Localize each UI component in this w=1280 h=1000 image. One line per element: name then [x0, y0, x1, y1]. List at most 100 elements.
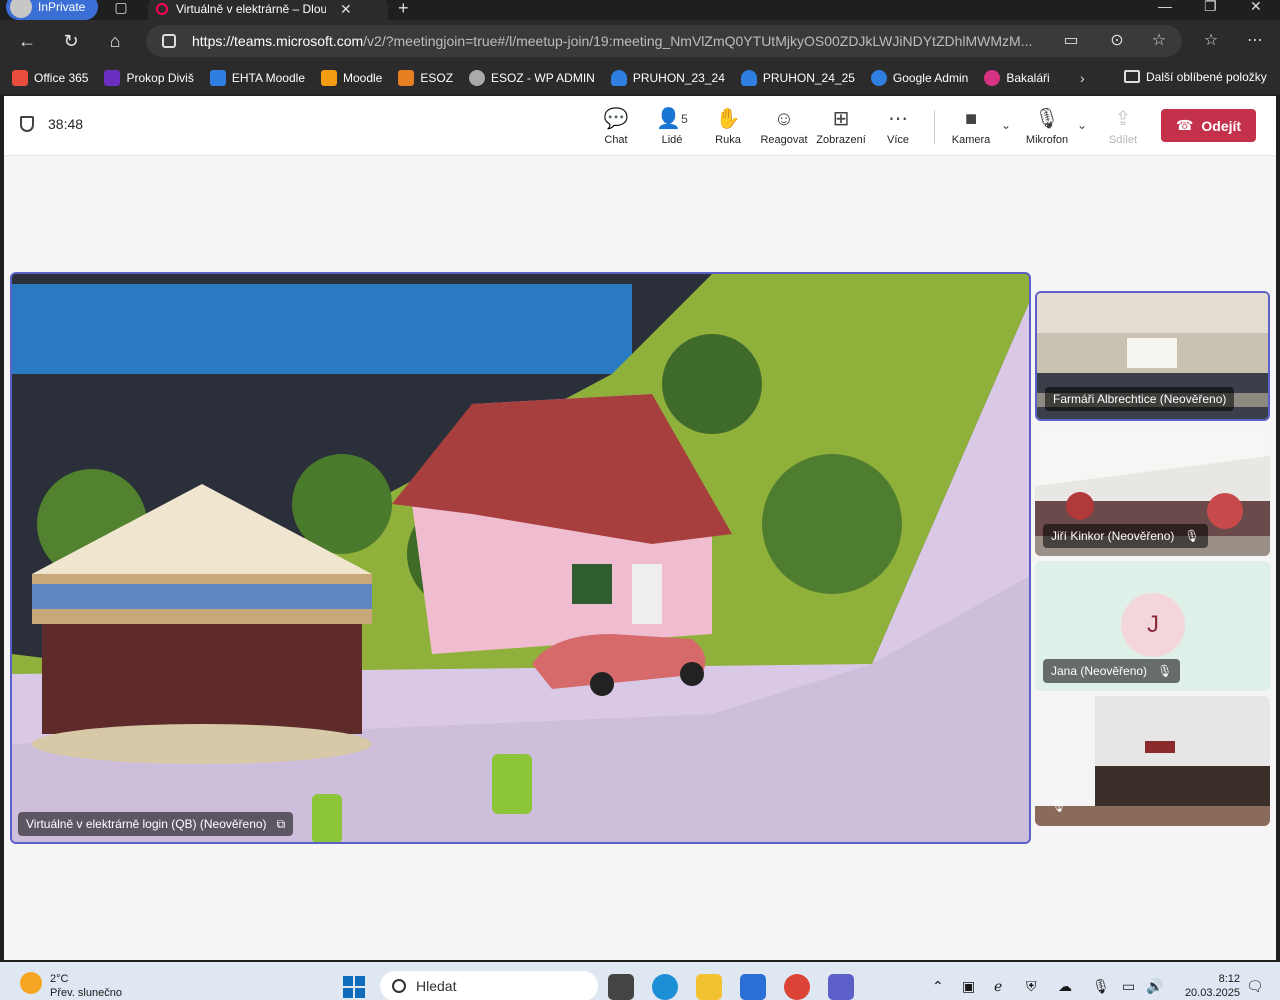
mic-off-icon: 🎙 — [1051, 799, 1067, 813]
workspaces-icon[interactable]: ▢ — [112, 0, 130, 14]
teams-icon[interactable] — [828, 974, 854, 1000]
more-bookmarks-chevron-icon[interactable]: › — [1080, 70, 1085, 86]
search-icon — [392, 979, 406, 993]
notifications-icon[interactable]: 🗨 — [1246, 978, 1264, 995]
taskbar-search[interactable]: Hledat — [380, 971, 598, 1000]
participant-tile[interactable]: J Jana (Neověřeno) 🎙 — [1035, 561, 1270, 691]
chrome-icon[interactable] — [784, 974, 810, 1000]
raise-hand-button[interactable]: ✋ Ruka — [698, 106, 758, 152]
tray-overflow-chevron-icon[interactable]: ⌃ — [932, 978, 944, 995]
hand-icon: ✋ — [715, 108, 741, 130]
people-icon: 👤5 — [656, 108, 688, 130]
office-icon — [12, 70, 28, 86]
back-icon[interactable]: ← — [16, 30, 38, 52]
participant-tile[interactable]: Farmáři Albrechtice (Neověřeno) — [1035, 291, 1270, 421]
url-text[interactable]: https://teams.microsoft.com/v2/?meetingj… — [192, 33, 1042, 49]
bookmark-pruhon-23-24[interactable]: PRUHON_23_24 — [610, 70, 725, 86]
bookmarks-bar: Office 365 Prokop Diviš EHTA Moodle Mood… — [0, 62, 1280, 94]
window-close-icon[interactable]: ✕ — [1250, 0, 1262, 15]
react-button[interactable]: ☺ Reagovat — [754, 106, 814, 152]
volume-icon[interactable]: 🔊 — [1146, 978, 1163, 995]
bookmark-google-admin[interactable]: Google Admin — [870, 70, 968, 86]
onedrive-icon — [740, 70, 757, 86]
bookmark-esoz-wp-admin[interactable]: ESOZ - WP ADMIN — [469, 70, 595, 86]
bookmark-prokop-divis[interactable]: Prokop Diviš — [104, 70, 194, 86]
start-button[interactable] — [343, 976, 365, 998]
profile-avatar — [10, 0, 32, 18]
network-icon[interactable]: ▭ — [1122, 978, 1135, 995]
main-participant-name-tag: Virtuálně v elektrárně login (QB) (Neově… — [18, 812, 294, 836]
clock[interactable]: 8:12 20.03.2025 — [1170, 972, 1240, 1000]
windows-logo-icon — [355, 988, 365, 998]
esoz-icon — [398, 70, 415, 86]
view-button[interactable]: ⊞ Zobrazení — [811, 106, 871, 152]
favorites-icon[interactable]: ☆ — [1202, 32, 1220, 50]
share-button[interactable]: ⇪ Sdílet — [1093, 106, 1153, 152]
more-tools-icon[interactable]: ⊙ — [1108, 32, 1126, 50]
settings-menu-icon[interactable]: ⋯ — [1246, 32, 1264, 50]
video-camera-icon: ■ — [964, 108, 978, 130]
camera-permission-icon[interactable]: ▭ — [1062, 32, 1080, 50]
shield-icon — [20, 116, 34, 132]
bookmark-pruhon-24-25[interactable]: PRUHON_24_25 — [740, 70, 855, 86]
bookmark-bakalari[interactable]: Bakaláři — [984, 70, 1050, 86]
bookmark-ehta-moodle[interactable]: EHTA Moodle — [209, 70, 305, 86]
toolbar-divider — [934, 110, 935, 144]
timer-text: 38:48 — [48, 116, 84, 132]
leave-button[interactable]: ☎ Odejít — [1161, 109, 1256, 142]
task-view-icon[interactable] — [608, 974, 634, 1000]
bookmark-esoz[interactable]: ESOZ — [398, 70, 453, 86]
video-frame — [12, 274, 1029, 842]
minimize-icon[interactable]: — — [1158, 0, 1172, 14]
home-icon[interactable]: ⌂ — [104, 30, 126, 52]
teams-tray-icon[interactable]: ▣ — [962, 978, 975, 995]
new-tab-icon[interactable]: + — [398, 0, 409, 19]
tab-close-icon[interactable]: ✕ — [340, 1, 352, 18]
camera-button[interactable]: ■ Kamera — [941, 106, 1001, 152]
onedrive-tray-icon[interactable]: ☁ — [1058, 978, 1072, 995]
participant-tile[interactable]: 🎙 — [1035, 696, 1270, 826]
microphone-tray-icon[interactable]: 🎙 — [1092, 978, 1110, 995]
store-icon[interactable] — [740, 974, 766, 1000]
edge-icon[interactable] — [652, 974, 678, 1000]
browser-tab-active[interactable]: Virtuálně v elektrárně – Dlouh ✕ — [148, 0, 388, 20]
lock-icon[interactable] — [162, 34, 176, 48]
main-video-feed[interactable]: Virtuálně v elektrárně login (QB) (Neově… — [10, 272, 1031, 844]
windows-logo-icon — [355, 976, 365, 986]
camera-options-chevron-icon[interactable]: ⌄ — [1001, 118, 1011, 132]
defender-icon[interactable]: ⛨ — [1026, 978, 1037, 995]
meeting-timer: 38:48 — [20, 116, 83, 132]
navigation-bar: ← ↻ ⌂ https://teams.microsoft.com/v2/?me… — [0, 20, 1280, 62]
participant-avatar: J — [1121, 593, 1185, 657]
file-explorer-icon[interactable] — [696, 974, 722, 1000]
bookmark-moodle[interactable]: Moodle — [321, 70, 382, 86]
edge-tray-icon[interactable]: ℯ — [994, 978, 1002, 995]
address-bar[interactable]: https://teams.microsoft.com/v2/?meetingj… — [146, 25, 1182, 57]
participant-name-tag: 🎙 — [1043, 794, 1084, 818]
windows-taskbar: 2°C Přev. slunečno Hledat ⌃ ▣ ℯ ⛨ ☁ 🎙 ▭ … — [0, 962, 1280, 1000]
windows-logo-icon — [343, 988, 353, 998]
inprivate-badge[interactable]: InPrivate — [6, 0, 98, 20]
chat-icon: 💬 — [603, 108, 629, 130]
participant-tile[interactable]: Jiří Kinkor (Neověřeno) 🎙 — [1035, 426, 1270, 556]
h2-icon — [209, 70, 226, 86]
other-favorites[interactable]: Další oblíbené položky — [1124, 70, 1267, 84]
share-icon: ⇪ — [1114, 108, 1132, 130]
bookmark-office-365[interactable]: Office 365 — [12, 70, 88, 86]
google-admin-icon — [870, 70, 887, 86]
bookmark-icon — [104, 70, 121, 86]
chat-button[interactable]: 💬 Chat — [586, 106, 646, 152]
mic-off-icon: 🎙 — [1157, 664, 1173, 678]
teams-meeting-window: 38:48 💬 Chat 👤5 Lidé ✋ Ruka ☺ Reagovat ⊞… — [4, 96, 1276, 960]
favorite-star-icon[interactable]: ☆ — [1150, 32, 1168, 50]
more-button[interactable]: ⋯ Více — [868, 106, 928, 152]
tab-title: Virtuálně v elektrárně – Dlouh — [176, 2, 326, 16]
refresh-icon[interactable]: ↻ — [60, 30, 82, 52]
microphone-button[interactable]: 🎙 Mikrofon — [1017, 106, 1077, 152]
participant-name-tag: Jana (Neověřeno) 🎙 — [1043, 659, 1181, 683]
mic-options-chevron-icon[interactable]: ⌄ — [1077, 118, 1087, 132]
people-button[interactable]: 👤5 Lidé — [642, 106, 702, 152]
restore-icon[interactable]: ❐ — [1204, 0, 1217, 15]
more-icon: ⋯ — [888, 108, 908, 130]
weather-widget[interactable]: 2°C Přev. slunečno — [20, 972, 122, 1000]
